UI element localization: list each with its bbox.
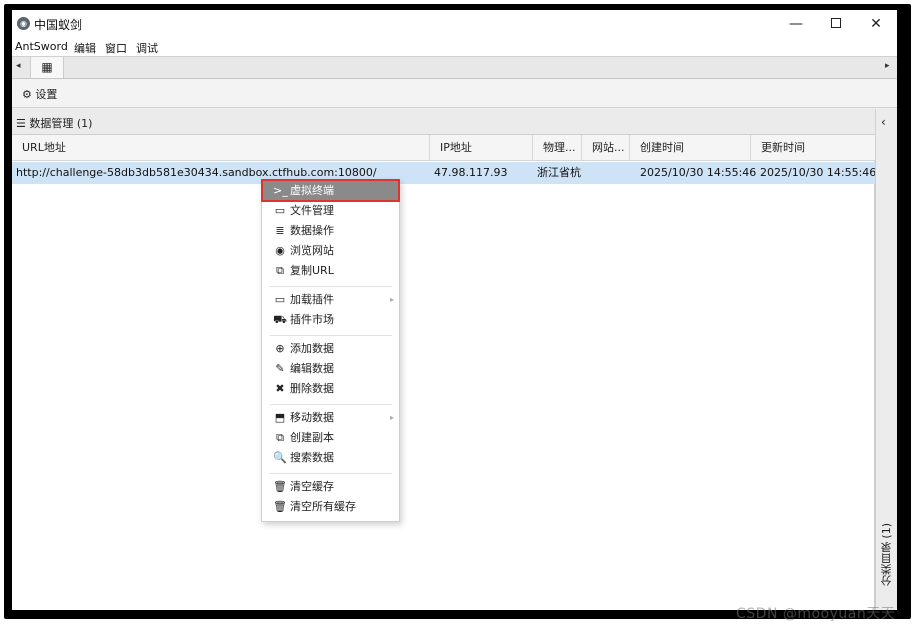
menu-separator: [270, 335, 392, 336]
cell-updated: 2025/10/30 14:55:46: [760, 166, 875, 179]
panel-title-text: 数据管理 (1): [29, 117, 93, 130]
menu-item-move-data[interactable]: ⬒ 移动数据 ▸: [262, 408, 399, 428]
menu-item-label: 浏览网站: [290, 244, 334, 257]
table-row[interactable]: http://challenge-58db3db581e30434.sandbo…: [12, 162, 875, 184]
menu-item-clear-all-cache[interactable]: 🗑 清空所有缓存: [262, 497, 399, 517]
folder-icon: ▭: [274, 204, 286, 217]
chrome-icon: ◉: [275, 244, 285, 257]
trash-icon: 🗑: [273, 500, 287, 513]
close-button[interactable]: ✕: [856, 10, 896, 38]
antsword-window: ◉ 中国蚁剑 — ✕ AntSword 编辑 窗口 调试 ◂ ▦ ▸ ⚙ 设置 …: [12, 10, 897, 610]
menu-item-edit-data[interactable]: ✎ 编辑数据: [262, 359, 399, 379]
submenu-arrow-icon: ▸: [390, 413, 395, 422]
column-header-created[interactable]: 创建时间: [630, 135, 751, 161]
menu-item-add-data[interactable]: ⊕ 添加数据: [262, 339, 399, 359]
menu-item-delete-data[interactable]: ✖ 删除数据: [262, 379, 399, 399]
panel-header: ☰ 数据管理 (1): [12, 109, 875, 135]
menu-item-clear-cache[interactable]: 🗑 清空缓存: [262, 477, 399, 497]
edit-icon: ✎: [275, 362, 285, 375]
cell-created: 2025/10/30 14:55:46: [640, 166, 757, 179]
grid-header: URL地址 IP地址 物理... 网站... 创建时间 更新时间: [12, 135, 875, 161]
cart-icon: ⛟: [273, 313, 287, 326]
menu-debug[interactable]: 调试: [136, 40, 158, 56]
menu-item-label: 添加数据: [290, 342, 334, 355]
menu-antsword[interactable]: AntSword: [15, 40, 68, 53]
menu-item-label: 搜索数据: [290, 451, 334, 464]
menu-edit[interactable]: 编辑: [74, 40, 96, 56]
panel-title: ☰ 数据管理 (1): [16, 115, 92, 131]
menu-item-label: 文件管理: [290, 204, 334, 217]
maximize-button[interactable]: [816, 10, 856, 38]
menu-item-create-copy[interactable]: ⧉ 创建副本: [262, 428, 399, 448]
maximize-icon: [831, 18, 841, 28]
menu-item-label: 清空所有缓存: [290, 500, 356, 513]
window-title: 中国蚁剑: [34, 18, 83, 32]
tab-home[interactable]: ▦: [30, 57, 64, 78]
menu-separator: [270, 286, 392, 287]
menu-item-label: 清空缓存: [290, 480, 334, 493]
menu-item-plugin-market[interactable]: ⛟ 插件市场: [262, 310, 399, 330]
menu-item-label: 编辑数据: [290, 362, 334, 375]
category-sidebar: ‹ 分类目录 (1): [875, 109, 897, 610]
tab-scroll-left-icon[interactable]: ◂: [16, 61, 26, 71]
menu-item-label: 插件市场: [290, 313, 334, 326]
menu-item-label: 复制URL: [290, 264, 334, 277]
column-header-updated[interactable]: 更新时间: [751, 135, 875, 161]
menu-item-search-data[interactable]: 🔍 搜索数据: [262, 448, 399, 468]
menu-item-label: 删除数据: [290, 382, 334, 395]
list-icon: ☰: [16, 117, 26, 130]
move-icon: ⬒: [274, 411, 286, 424]
minimize-button[interactable]: —: [776, 10, 816, 38]
submenu-arrow-icon: ▸: [390, 295, 395, 304]
column-header-site[interactable]: 网站...: [582, 135, 630, 161]
settings-label: 设置: [35, 88, 58, 101]
menu-item-label: 创建副本: [290, 431, 334, 444]
grid-icon: ▦: [41, 60, 53, 74]
highlight-annotation-box: [261, 179, 400, 202]
copy-icon: ⧉: [276, 264, 284, 277]
column-header-ip[interactable]: IP地址: [430, 135, 533, 161]
expand-sidebar-icon[interactable]: ‹: [881, 115, 886, 129]
antsword-logo-icon: ◉: [17, 17, 30, 30]
context-menu: >_ 虚拟终端 ▭ 文件管理 ≣ 数据操作 ◉ 浏览网站 ⧉ 复制URL ▭ 加…: [261, 179, 400, 522]
menu-item-browse-site[interactable]: ◉ 浏览网站: [262, 241, 399, 261]
settings-button[interactable]: ⚙ 设置: [22, 86, 57, 102]
data-management-panel: ☰ 数据管理 (1) URL地址 IP地址 物理... 网站... 创建时间 更…: [12, 109, 875, 610]
menu-item-label: 移动数据: [290, 411, 334, 424]
folder-icon: ▭: [274, 293, 286, 306]
trash-icon: 🗑: [273, 480, 287, 493]
menu-separator: [270, 473, 392, 474]
gear-icon: ⚙: [22, 88, 32, 101]
tab-scroll-right-icon[interactable]: ▸: [885, 61, 895, 71]
menu-item-copy-url[interactable]: ⧉ 复制URL: [262, 261, 399, 281]
column-header-url[interactable]: URL地址: [12, 135, 430, 161]
cell-site: [582, 162, 630, 184]
menu-item-file-manager[interactable]: ▭ 文件管理: [262, 201, 399, 221]
database-icon: ≣: [275, 224, 285, 237]
menu-item-load-plugin[interactable]: ▭ 加载插件 ▸: [262, 290, 399, 310]
column-header-location[interactable]: 物理...: [533, 135, 582, 161]
menu-window[interactable]: 窗口: [105, 40, 127, 56]
toolbar: ⚙ 设置: [12, 80, 897, 108]
close-icon: ✖: [275, 382, 285, 395]
menu-item-data-operation[interactable]: ≣ 数据操作: [262, 221, 399, 241]
menu-bar: AntSword 编辑 窗口 调试: [12, 38, 897, 56]
tab-bar: ◂ ▦ ▸: [12, 56, 897, 79]
copy-icon: ⧉: [276, 431, 284, 444]
title-bar: ◉ 中国蚁剑 — ✕: [12, 10, 897, 38]
search-icon: 🔍: [273, 451, 287, 464]
watermark: CSDN @mooyuan天天: [736, 606, 896, 622]
cell-ip: 47.98.117.93: [434, 166, 508, 179]
cell-location: 浙江省杭: [537, 166, 581, 179]
menu-item-label: 加载插件: [290, 293, 334, 306]
menu-item-label: 数据操作: [290, 224, 334, 237]
category-sidebar-label[interactable]: 分类目录 (1): [879, 523, 895, 586]
plus-circle-icon: ⊕: [275, 342, 285, 355]
menu-separator: [270, 404, 392, 405]
